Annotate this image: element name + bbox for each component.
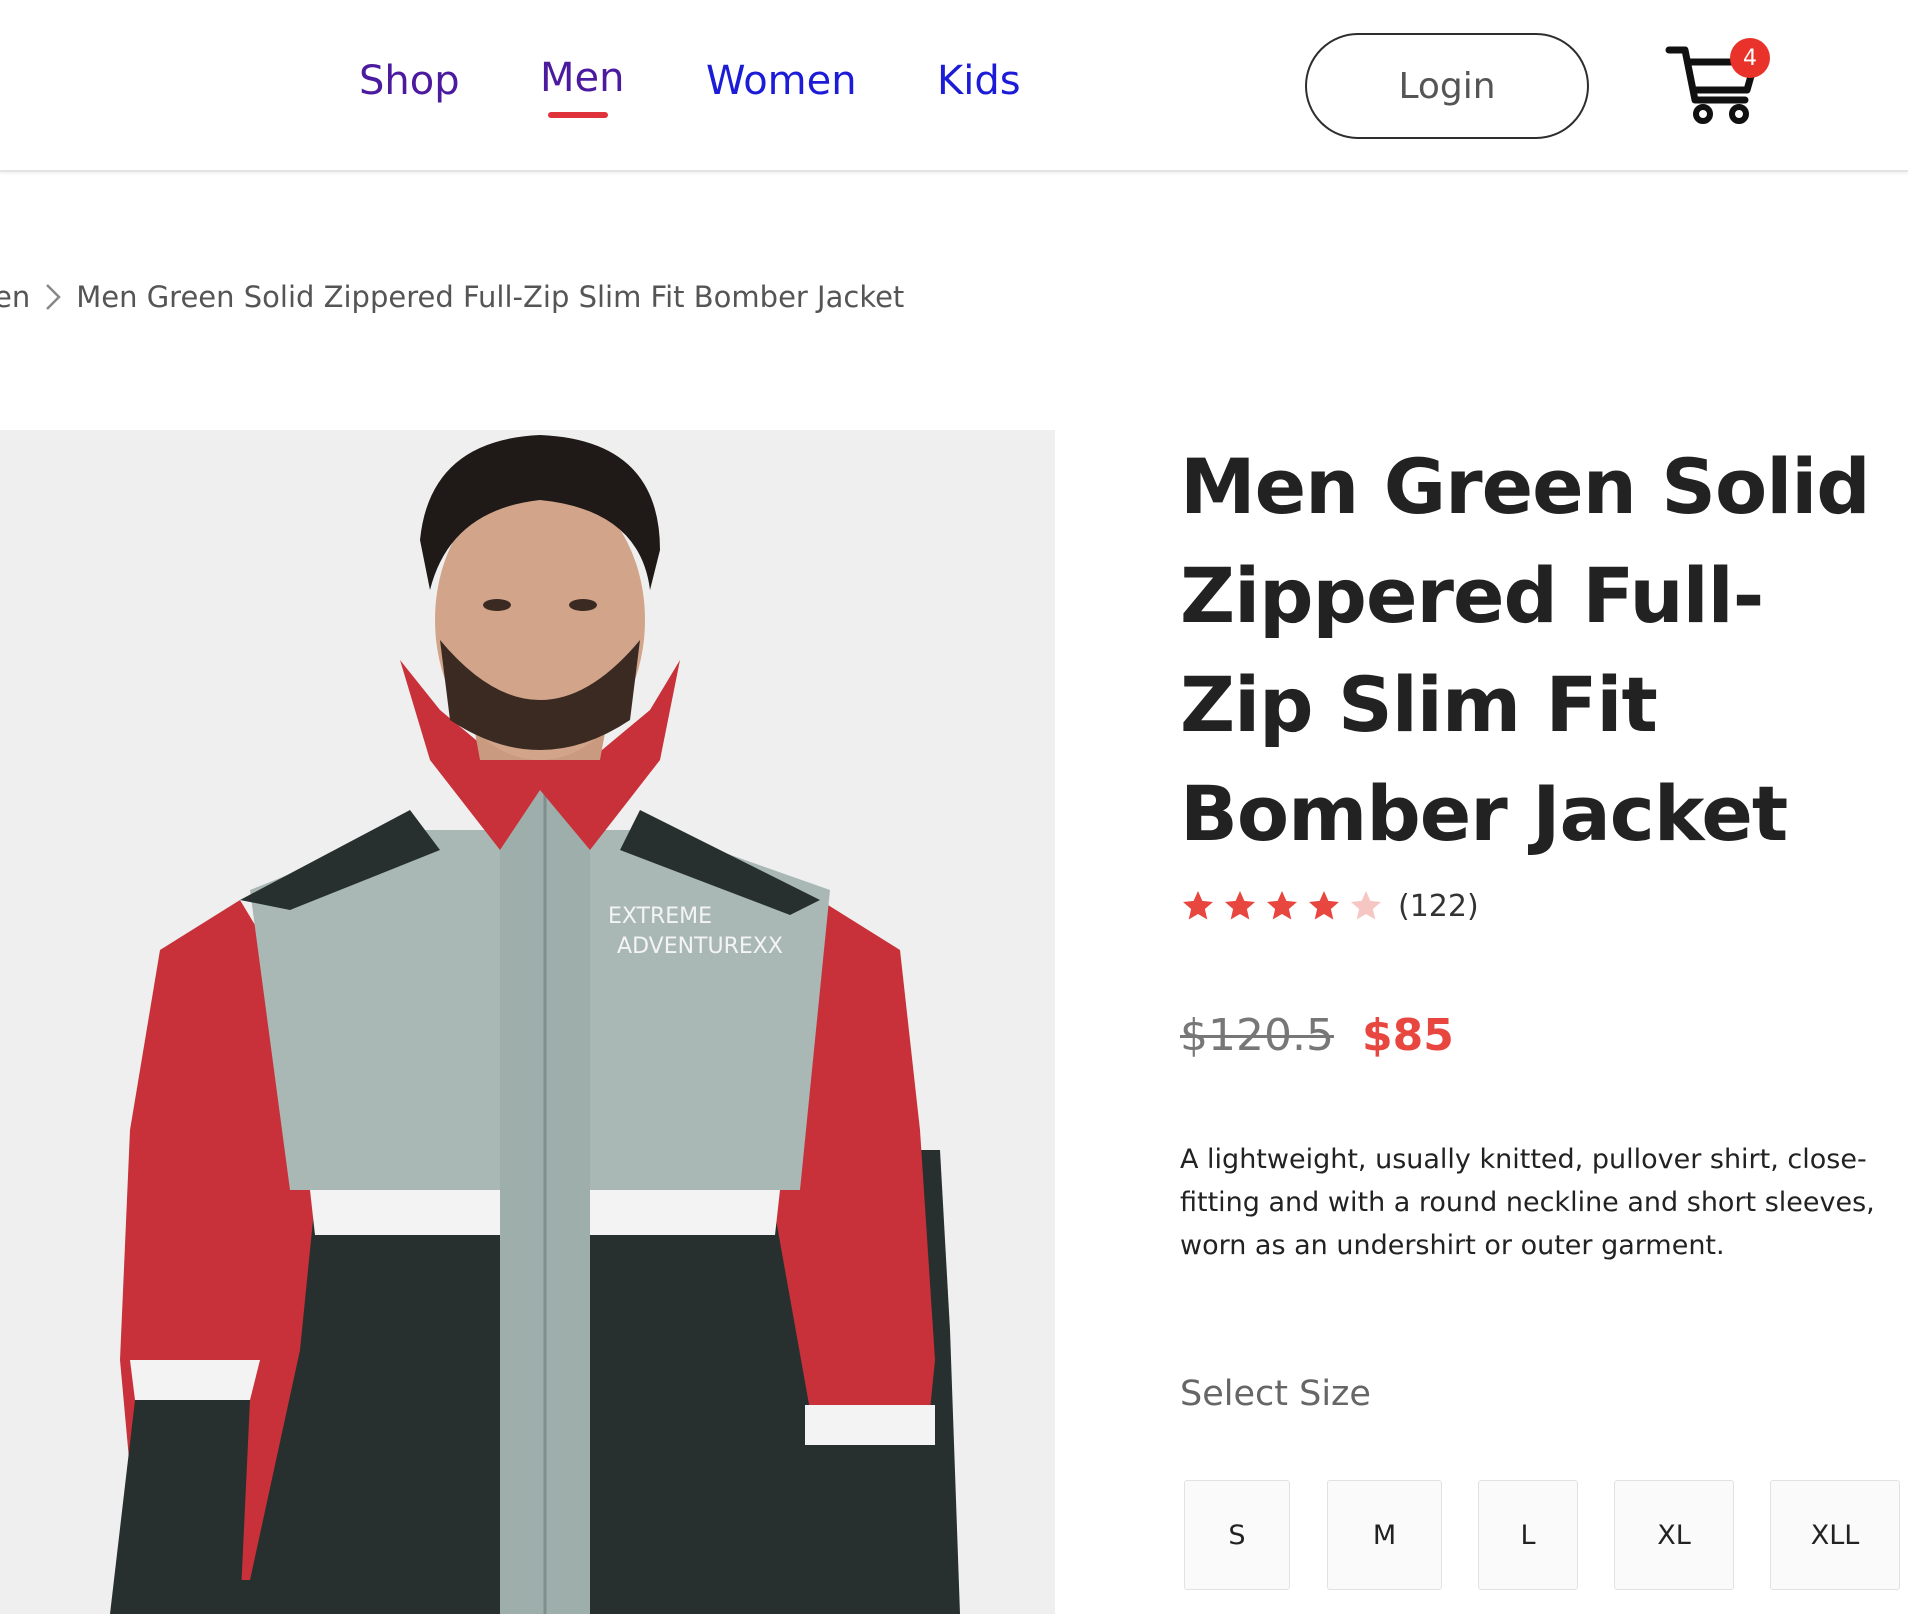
review-count: (122) bbox=[1398, 888, 1479, 924]
star-filled-icon bbox=[1183, 891, 1213, 920]
sale-price: $85 bbox=[1362, 1010, 1454, 1061]
size-option-m[interactable]: M bbox=[1327, 1480, 1442, 1590]
breadcrumb: en Men Green Solid Zippered Full-Zip Sli… bbox=[0, 280, 904, 314]
login-button[interactable]: Login bbox=[1305, 33, 1589, 139]
product-page: Shop Men Women Kids Login 4 en Men Green… bbox=[0, 0, 1908, 1614]
star-empty-icon bbox=[1351, 891, 1381, 920]
size-option-xl[interactable]: XL bbox=[1614, 1480, 1734, 1590]
star-filled-icon bbox=[1267, 891, 1297, 920]
svg-text:ADVENTUREXX: ADVENTUREXX bbox=[617, 934, 783, 959]
svg-text:EXTREME: EXTREME bbox=[608, 904, 712, 929]
cart-count-badge: 4 bbox=[1730, 38, 1770, 78]
original-price: $120.5 bbox=[1180, 1010, 1334, 1061]
product-title: Men Green Solid Zippered Full-Zip Slim F… bbox=[1180, 442, 1871, 858]
active-nav-indicator bbox=[548, 112, 608, 118]
select-size-label: Select Size bbox=[1180, 1374, 1371, 1414]
product-rating: (122) bbox=[1180, 888, 1479, 924]
breadcrumb-current: Men Green Solid Zippered Full-Zip Slim F… bbox=[76, 280, 905, 314]
cart-button[interactable]: 4 bbox=[1665, 38, 1770, 128]
breadcrumb-parent-link[interactable]: en bbox=[0, 280, 30, 314]
star-filled-icon bbox=[1309, 891, 1339, 920]
product-image: EXTREME ADVENTUREXX bbox=[0, 430, 1055, 1614]
size-option-xll[interactable]: XLL bbox=[1770, 1480, 1900, 1590]
size-option-l[interactable]: L bbox=[1478, 1480, 1578, 1590]
nav-kids-link[interactable]: Kids bbox=[937, 58, 1021, 104]
chevron-right-icon bbox=[44, 282, 62, 312]
size-option-s[interactable]: S bbox=[1184, 1480, 1290, 1590]
nav-women-link[interactable]: Women bbox=[706, 58, 857, 104]
nav-shop-link[interactable]: Shop bbox=[359, 58, 460, 104]
star-filled-icon bbox=[1225, 891, 1255, 920]
top-navigation-bar: Shop Men Women Kids Login 4 bbox=[0, 0, 1908, 172]
product-description: A lightweight, usually knitted, pullover… bbox=[1180, 1144, 1875, 1261]
nav-men-link[interactable]: Men bbox=[540, 55, 624, 101]
